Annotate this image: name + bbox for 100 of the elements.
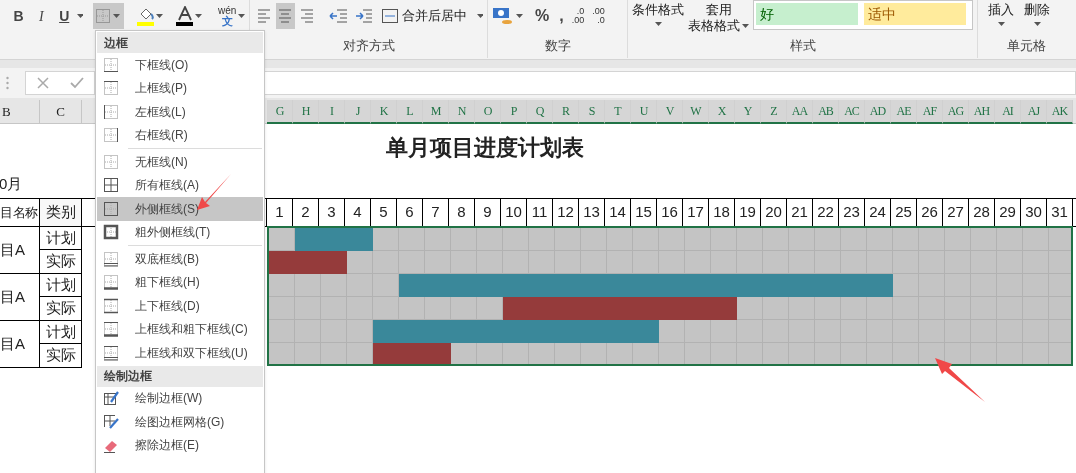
caret-icon [1033, 22, 1041, 26]
menu-item[interactable]: 双底框线(B) [97, 247, 263, 271]
bold-button[interactable]: B [8, 4, 29, 28]
column-header[interactable]: M [423, 100, 449, 124]
column-header[interactable]: AI [995, 100, 1021, 124]
menu-item[interactable]: 粗外侧框线(T) [97, 220, 263, 244]
group-label: 单元格 [1005, 36, 1047, 55]
align-center-button[interactable] [275, 3, 296, 29]
font-color-icon[interactable] [176, 6, 194, 26]
close-icon[interactable] [36, 77, 49, 89]
phonetic-guide-button[interactable]: wén 文 [218, 6, 237, 26]
column-header[interactable]: T [605, 100, 631, 124]
percent-button[interactable]: % [535, 4, 550, 28]
currency-icon[interactable] [492, 6, 514, 26]
category-cell: 计划 [40, 274, 81, 297]
decrease-decimal-button[interactable]: .00 .0 [592, 7, 605, 25]
column-header[interactable]: S [579, 100, 605, 124]
column-header[interactable]: H [293, 100, 319, 124]
day-header-cell: 10 [501, 199, 527, 226]
decrease-indent-icon[interactable] [329, 8, 348, 24]
column-header[interactable]: AJ [1021, 100, 1047, 124]
column-header[interactable]: AE [891, 100, 917, 124]
format-as-table-button[interactable]: 套用 表格格式 [688, 0, 749, 34]
border-icon [103, 103, 119, 120]
fill-color-icon[interactable] [137, 6, 155, 26]
day-header-cell: 27 [943, 199, 969, 226]
column-header[interactable]: AH [969, 100, 995, 124]
column-header[interactable]: Y [735, 100, 761, 124]
column-header[interactable]: V [657, 100, 683, 124]
column-header[interactable]: J [345, 100, 371, 124]
column-header[interactable]: X [709, 100, 735, 124]
column-header[interactable]: AF [917, 100, 943, 124]
menu-item[interactable]: 粗下框线(H) [97, 270, 263, 294]
menu-item[interactable]: 绘制边框(W) [97, 386, 263, 410]
day-header-cell: 20 [761, 199, 787, 226]
column-header[interactable]: N [449, 100, 475, 124]
day-header-cell: 24 [865, 199, 891, 226]
menu-item[interactable]: 上框线和粗下框线(C) [97, 317, 263, 341]
caret-icon [476, 14, 483, 18]
increase-decimal-button[interactable]: .0 .00 [571, 7, 585, 25]
category-cell: 计划 [40, 321, 81, 344]
italic-button[interactable]: I [30, 4, 52, 28]
day-header-cell: 18 [709, 199, 735, 226]
menu-item[interactable]: 外侧框线(S) [97, 197, 263, 221]
column-header[interactable]: AG [943, 100, 969, 124]
menu-item[interactable]: 左框线(L) [97, 100, 263, 124]
column-header[interactable]: Q [527, 100, 553, 124]
caret-icon [113, 14, 121, 18]
border-icon [103, 274, 119, 291]
check-icon[interactable] [69, 77, 84, 89]
border-icon [103, 297, 119, 314]
delete-cells-button[interactable]: 删除 [1024, 2, 1050, 26]
cell-style-option[interactable]: 好 [756, 3, 858, 25]
column-header[interactable]: Z [761, 100, 787, 124]
column-header[interactable]: AK [1047, 100, 1073, 124]
menu-item[interactable]: 上框线(P) [97, 76, 263, 100]
menu-item[interactable]: 绘图边框网格(G) [97, 410, 263, 434]
menu-item[interactable]: 所有框线(A) [97, 173, 263, 197]
project-name-cell: 目A [0, 274, 40, 320]
column-header[interactable]: I [319, 100, 345, 124]
insert-cells-button[interactable]: 插入 [988, 2, 1014, 26]
column-header[interactable]: K [371, 100, 397, 124]
menu-item[interactable]: 上下框线(D) [97, 294, 263, 318]
caret-icon [238, 14, 246, 18]
day-header-cell: 12 [553, 199, 579, 226]
menu-item[interactable]: 无框线(N) [97, 150, 263, 174]
menu-item[interactable]: 上框线和双下框线(U) [97, 341, 263, 365]
column-header[interactable]: O [475, 100, 501, 124]
column-header[interactable]: U [631, 100, 657, 124]
underline-button[interactable]: U [53, 4, 75, 28]
column-header[interactable]: G [267, 100, 293, 124]
column-header[interactable]: B [0, 100, 40, 124]
day-header-cell: 3 [319, 199, 345, 226]
column-header[interactable]: W [683, 100, 709, 124]
caret-icon [742, 24, 749, 28]
menu-item[interactable]: 右框线(R) [97, 123, 263, 147]
day-header-cell: 23 [839, 199, 865, 226]
caret-icon [654, 22, 662, 26]
merge-center-button[interactable]: 合并后居中 [382, 3, 468, 29]
cell-style-option[interactable]: 适中 [864, 3, 966, 25]
column-header[interactable]: R [553, 100, 579, 124]
menu-item[interactable]: 下框线(O) [97, 53, 263, 77]
day-header-cell: 2 [293, 199, 319, 226]
increase-indent-icon[interactable] [354, 8, 373, 24]
column-header[interactable]: AD [865, 100, 891, 124]
column-header[interactable]: AC [839, 100, 865, 124]
menu-item[interactable]: 擦除边框(E) [97, 433, 263, 457]
day-header-cell: 28 [969, 199, 995, 226]
borders-button[interactable] [93, 3, 124, 29]
column-header[interactable]: L [397, 100, 423, 124]
column-header[interactable]: P [501, 100, 527, 124]
column-header[interactable]: C [40, 100, 82, 124]
column-header[interactable]: AA [787, 100, 813, 124]
caret-icon [997, 22, 1005, 26]
column-header[interactable]: AB [813, 100, 839, 124]
border-icon [103, 56, 119, 73]
comma-style-button[interactable]: , [559, 4, 564, 28]
conditional-format-button[interactable]: 条件格式 [632, 0, 684, 26]
border-icon [103, 224, 119, 241]
align-left-icon [255, 7, 272, 25]
